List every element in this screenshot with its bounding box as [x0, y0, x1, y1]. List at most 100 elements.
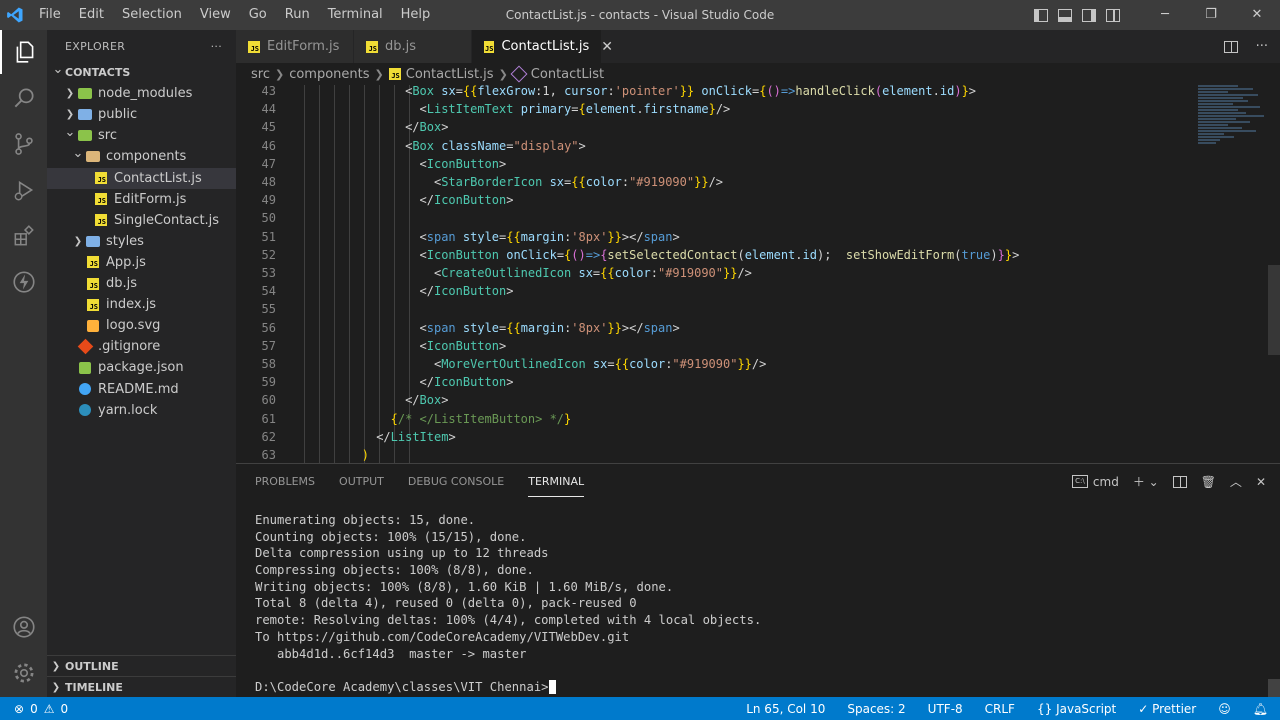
remote-explorer-icon[interactable]	[0, 260, 47, 304]
tree-item-label: db.js	[106, 276, 138, 291]
breadcrumb-src[interactable]: src	[251, 67, 270, 82]
split-editor-icon[interactable]	[1223, 40, 1238, 53]
file-item[interactable]: JS App.js	[47, 252, 236, 273]
close-window-icon[interactable]: ✕	[1234, 0, 1280, 30]
code-token: "display"	[513, 138, 579, 153]
source-control-icon[interactable]	[0, 122, 47, 166]
breadcrumb-symbol[interactable]: ContactList	[531, 67, 604, 82]
code-editor[interactable]: 43 <Box sx={{flexGrow:1, cursor:'pointer'…	[236, 85, 1280, 463]
line-ending[interactable]: CRLF	[985, 702, 1015, 716]
extensions-icon[interactable]	[0, 214, 47, 258]
close-tab-icon[interactable]: ✕	[601, 39, 613, 55]
maximize-panel-icon[interactable]: ︿	[1230, 473, 1242, 490]
breadcrumb-file[interactable]: ContactList.js	[406, 67, 494, 82]
tab-db-js[interactable]: JS db.js	[354, 30, 472, 63]
panel-tab-terminal[interactable]: TERMINAL	[528, 467, 585, 497]
folder-item[interactable]: ⌄ components	[47, 146, 236, 167]
feedback-icon[interactable]: ☺	[1218, 702, 1231, 716]
file-item[interactable]: .gitignore	[47, 336, 236, 357]
menu-go[interactable]: Go	[240, 0, 276, 30]
toggle-secondary-sidebar-icon[interactable]	[1082, 8, 1096, 22]
encoding[interactable]: UTF-8	[928, 702, 963, 716]
panel-tab-problems[interactable]: PROBLEMS	[255, 467, 315, 496]
restore-icon[interactable]: ❐	[1188, 0, 1234, 30]
terminal-scrollbar[interactable]	[1268, 679, 1280, 697]
code-token: <	[419, 156, 427, 171]
minimap[interactable]	[1198, 85, 1268, 185]
problems-status[interactable]: ⊗ 0 ⚠ 0	[0, 702, 68, 716]
menu-view[interactable]: View	[191, 0, 240, 30]
file-item[interactable]: JS db.js	[47, 273, 236, 294]
chevron-down-icon: ⌄	[64, 125, 76, 141]
line-number: 59	[261, 375, 276, 390]
kill-terminal-icon[interactable]: 🗑	[1201, 475, 1216, 489]
cursor-position[interactable]: Ln 65, Col 10	[746, 702, 825, 716]
split-terminal-icon[interactable]	[1172, 475, 1187, 488]
language-mode[interactable]: {} JavaScript	[1037, 702, 1116, 716]
editor-scrollbar[interactable]	[1268, 265, 1280, 355]
file-item[interactable]: JS EditForm.js	[47, 189, 236, 210]
symbol-icon	[510, 65, 528, 83]
menu-run[interactable]: Run	[276, 0, 319, 30]
customize-layout-icon[interactable]	[1106, 8, 1120, 22]
tab-contactlist-js[interactable]: JS ContactList.js ✕	[472, 30, 613, 63]
menu-file[interactable]: File	[30, 0, 70, 30]
file-item[interactable]: package.json	[47, 357, 236, 378]
js-file-icon: JS	[484, 40, 495, 53]
terminal-shell-selector[interactable]: C:\ cmd	[1071, 475, 1119, 489]
folder-item[interactable]: ❯ public	[47, 104, 236, 125]
terminal-line: Compressing objects: 100% (8/8), done.	[255, 562, 761, 579]
prettier-status[interactable]: ✓ Prettier	[1138, 702, 1196, 716]
accounts-icon[interactable]	[0, 605, 47, 649]
line-number: 63	[261, 448, 276, 462]
panel-tab-debug-console[interactable]: DEBUG CONSOLE	[408, 467, 504, 496]
file-icon-slot: JS	[85, 277, 101, 291]
new-terminal-icon[interactable]: ＋ ⌄	[1133, 473, 1159, 490]
minimize-icon[interactable]: ─	[1142, 0, 1188, 30]
file-item[interactable]: README.md	[47, 379, 236, 400]
folder-item[interactable]: ⌄ src	[47, 125, 236, 146]
file-item[interactable]: JS SingleContact.js	[47, 210, 236, 231]
timeline-section[interactable]: ❯ TIMELINE	[47, 676, 236, 697]
code-token: span	[426, 320, 456, 335]
outline-section[interactable]: ❯ OUTLINE	[47, 655, 236, 676]
menu-edit[interactable]: Edit	[70, 0, 113, 30]
terminal-text: Enumerating objects: 15, done.	[255, 513, 476, 527]
explorer-icon[interactable]	[0, 30, 47, 74]
tab-editform-js[interactable]: JS EditForm.js	[236, 30, 354, 63]
search-icon[interactable]	[0, 76, 47, 120]
file-item[interactable]: JS ContactList.js	[47, 167, 236, 189]
code-line: 45 </Box>	[236, 118, 1280, 136]
run-debug-icon[interactable]	[0, 168, 47, 212]
code-token: >	[506, 375, 514, 390]
code-token: }}	[694, 175, 709, 189]
terminal-output[interactable]: Enumerating objects: 15, done. Counting o…	[255, 512, 761, 696]
indentation[interactable]: Spaces: 2	[847, 702, 905, 716]
file-item[interactable]: JS index.js	[47, 294, 236, 315]
file-icon-slot: JS	[85, 298, 101, 312]
toggle-panel-icon[interactable]	[1058, 8, 1072, 22]
file-item[interactable]: yarn.lock	[47, 400, 236, 421]
close-panel-icon[interactable]: ✕	[1256, 475, 1266, 489]
line-source: <span style={{margin:'8px'}}></span>	[420, 319, 680, 337]
code-token: onClick	[701, 85, 752, 98]
manage-gear-icon[interactable]	[0, 651, 47, 695]
explorer-more-icon[interactable]: ···	[211, 40, 222, 53]
menu-terminal[interactable]: Terminal	[319, 0, 392, 30]
toggle-sidebar-icon[interactable]	[1034, 8, 1048, 22]
folder-item[interactable]: ❯ node_modules	[47, 83, 236, 104]
line-source: <IconButton onClick={()=>{setSelectedCon…	[420, 246, 1020, 264]
panel-tab-output[interactable]: OUTPUT	[339, 467, 384, 496]
breadcrumb-components[interactable]: components	[289, 67, 369, 82]
file-item[interactable]: logo.svg	[47, 315, 236, 336]
terminal-line: D:\CodeCore Academy\classes\VIT Chennai>	[255, 679, 761, 696]
notifications-bell-icon[interactable]: 🔔︎	[1253, 702, 1268, 716]
code-token: >	[968, 85, 977, 98]
more-actions-icon[interactable]: ···	[1256, 39, 1268, 54]
menu-help[interactable]: Help	[392, 0, 440, 30]
tree-item-label: README.md	[98, 381, 179, 397]
folder-item[interactable]: ❯ styles	[47, 231, 236, 252]
menu-selection[interactable]: Selection	[113, 0, 191, 30]
workspace-root[interactable]: ⌄ CONTACTS	[47, 62, 236, 83]
line-source: </IconButton>	[420, 191, 514, 209]
